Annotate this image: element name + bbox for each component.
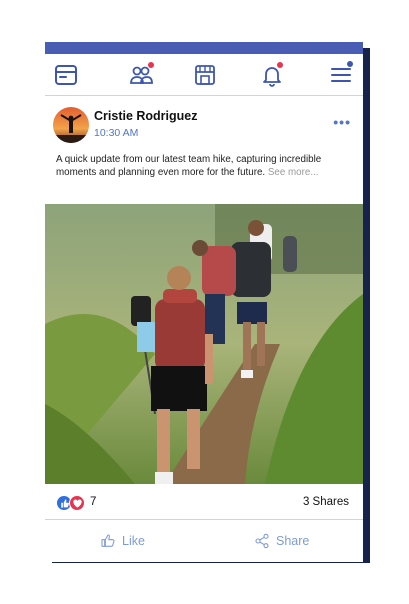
app-header-bar xyxy=(45,42,363,54)
post-timestamp: 10:30 AM xyxy=(94,127,139,139)
marketplace-store-icon[interactable] xyxy=(193,63,217,87)
share-button[interactable]: Share xyxy=(254,533,309,549)
author-name[interactable]: Cristie Rodriguez xyxy=(94,109,198,123)
like-button[interactable]: Like xyxy=(100,533,145,549)
post-stats: 7 3 Shares xyxy=(45,484,363,520)
share-label: Share xyxy=(276,534,310,548)
menu-badge xyxy=(347,61,353,67)
nav-bar xyxy=(45,54,363,96)
more-options-icon[interactable]: ••• xyxy=(333,114,351,130)
notification-bell-icon[interactable] xyxy=(260,62,284,87)
friends-badge xyxy=(148,62,154,68)
friends-icon[interactable] xyxy=(129,62,154,87)
post-caption: A quick update from our latest team hike… xyxy=(56,153,346,179)
avatar[interactable] xyxy=(53,107,89,143)
browser-window-icon[interactable] xyxy=(54,63,78,87)
post-card: Cristie Rodriguez 10:30 AM ••• A quick u… xyxy=(45,42,363,562)
notification-badge xyxy=(277,62,283,68)
thumbs-up-icon xyxy=(101,534,115,547)
love-reaction-icon[interactable] xyxy=(69,495,85,511)
reaction-count[interactable]: 7 xyxy=(90,496,96,508)
post-actions: Like Share xyxy=(45,521,363,562)
share-icon xyxy=(255,533,269,549)
share-count[interactable]: 3 Shares xyxy=(303,496,349,508)
menu-hamburger-icon[interactable] xyxy=(329,61,353,87)
see-more-link[interactable]: See more... xyxy=(268,167,319,178)
like-label: Like xyxy=(122,534,145,548)
post-header: Cristie Rodriguez 10:30 AM ••• A quick u… xyxy=(45,97,363,217)
post-photo[interactable] xyxy=(45,204,363,484)
